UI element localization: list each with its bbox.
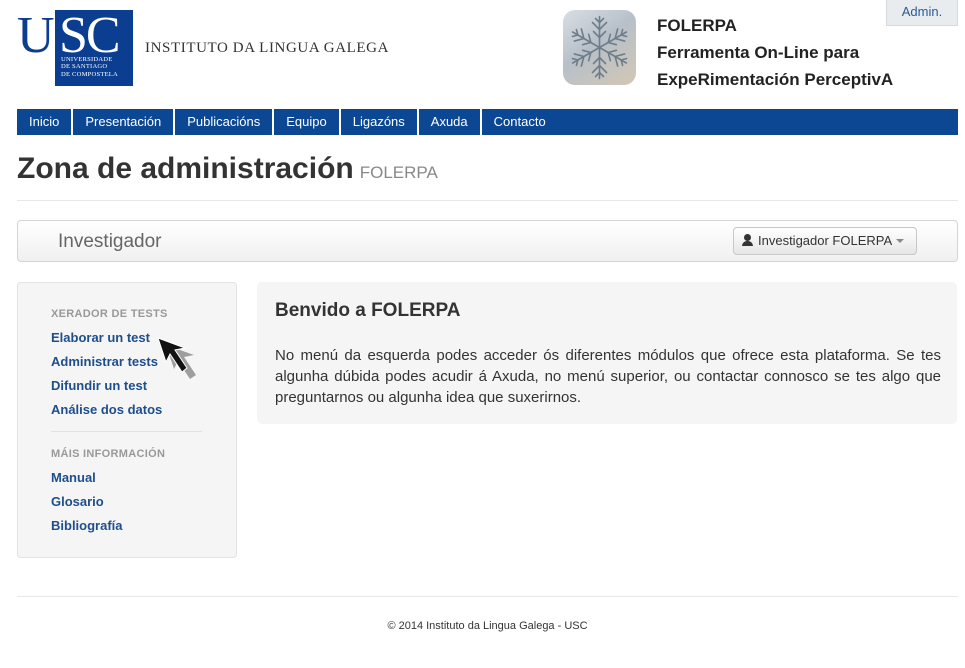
sidebar-section-header: MÁIS INFORMACIÓN [51, 448, 166, 460]
nav-item-ligazons[interactable]: Ligazóns [341, 109, 419, 135]
sidebar-section-header: XERADOR DE TESTS [51, 308, 168, 320]
page-title-text: Zona de administración [17, 152, 354, 185]
usc-logo-subtitle-line: DE COMPOSTELA [61, 70, 119, 78]
page-header: U SC UNIVERSIDADE DE SANTIAGO DE COMPOST… [0, 0, 965, 105]
user-menu-label: Investigador FOLERPA [758, 233, 893, 248]
main-navbar: Inicio Presentación Publicacións Equipo … [17, 109, 958, 135]
sidebar-link-glosario[interactable]: Glosario [51, 494, 104, 509]
snowflake-logo-icon [563, 10, 636, 85]
usc-logo-subtitle: UNIVERSIDADE DE SANTIAGO DE COMPOSTELA [61, 56, 131, 78]
app-title: FOLERPA Ferramenta On-Line para ExpeRime… [657, 12, 893, 93]
user-icon [742, 234, 753, 246]
usc-logo[interactable]: U SC UNIVERSIDADE DE SANTIAGO DE COMPOST… [17, 10, 133, 86]
mouse-pointer-icon [156, 336, 200, 380]
usc-logo-box: SC UNIVERSIDADE DE SANTIAGO DE COMPOSTEL… [55, 10, 133, 86]
nav-item-presentacion[interactable]: Presentación [73, 109, 176, 135]
title-divider [17, 200, 958, 201]
nav-item-contacto[interactable]: Contacto [482, 109, 558, 135]
sidebar-link-difundir-test[interactable]: Difundir un test [51, 378, 147, 393]
role-bar: Investigador Investigador FOLERPA [17, 220, 958, 262]
sidebar: XERADOR DE TESTS Elaborar un test Admini… [17, 282, 237, 558]
sidebar-link-administrar-tests[interactable]: Administrar tests [51, 354, 158, 369]
footer-copyright: © 2014 Instituto da Lingua Galega - USC [387, 620, 588, 632]
app-title-line: FOLERPA [657, 16, 737, 35]
nav-item-axuda[interactable]: Axuda [419, 109, 482, 135]
footer-divider [17, 596, 958, 597]
sidebar-divider [51, 431, 202, 432]
welcome-title: Benvido a FOLERPA [275, 300, 461, 321]
usc-logo-letters-sc: SC [59, 7, 121, 64]
sidebar-link-bibliografia[interactable]: Bibliografía [51, 518, 123, 533]
sidebar-link-analise-datos[interactable]: Análise dos datos [51, 402, 162, 417]
sidebar-link-manual[interactable]: Manual [51, 470, 96, 485]
usc-logo-subtitle-line: UNIVERSIDADE [61, 56, 113, 63]
nav-item-inicio[interactable]: Inicio [17, 109, 74, 135]
usc-logo-letter-u: U [17, 7, 55, 64]
admin-link[interactable]: Admin. [886, 0, 958, 26]
caret-down-icon [896, 239, 905, 243]
welcome-text: No menú da esquerda podes acceder ós dif… [275, 347, 941, 406]
user-menu-dropdown[interactable]: Investigador FOLERPA [733, 227, 917, 255]
usc-logo-subtitle-line: DE SANTIAGO [61, 63, 108, 71]
institute-name: INSTITUTO DA LINGUA GALEGA [145, 40, 390, 56]
nav-item-equipo[interactable]: Equipo [274, 109, 341, 135]
nav-item-publicacions[interactable]: Publicacións [175, 109, 275, 135]
app-title-line: Ferramenta On-Line para [657, 43, 860, 62]
app-title-line: ExpeRimentación PerceptivA [657, 70, 894, 89]
page-title: Zona de administración FOLERPA [17, 150, 438, 192]
page-subtitle: FOLERPA [359, 163, 438, 182]
sidebar-link-elaborar-test[interactable]: Elaborar un test [51, 330, 150, 345]
role-title: Investigador [58, 231, 162, 252]
welcome-panel: Benvido a FOLERPA No menú da esquerda po… [257, 282, 957, 424]
